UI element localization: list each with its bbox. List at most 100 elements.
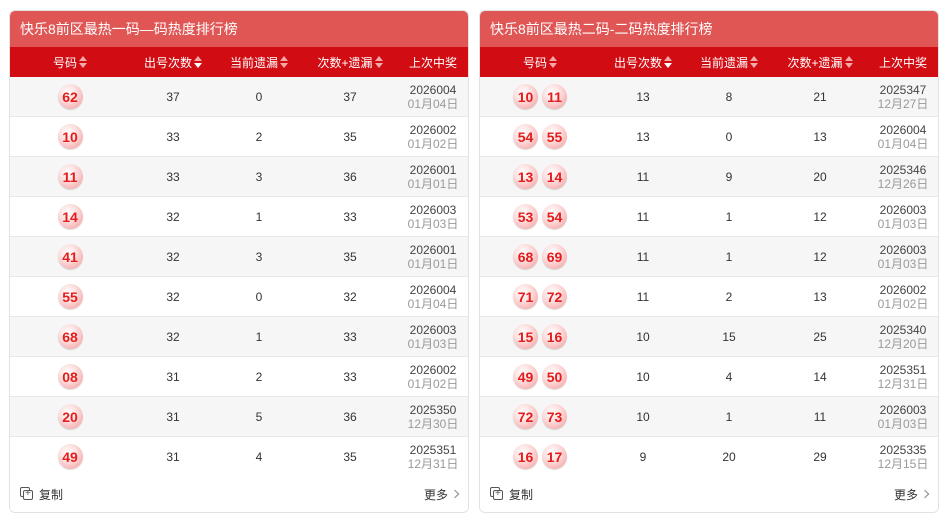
count-cell: 31: [166, 369, 180, 384]
number-ball: 62: [57, 84, 83, 109]
copy-button[interactable]: + 复制: [490, 486, 533, 503]
more-link[interactable]: 更多: [423, 486, 460, 503]
last-win-cell: 2026004 01月04日: [398, 277, 468, 316]
sort-icon[interactable]: [79, 56, 87, 68]
column-sum-header[interactable]: 次数+遗漏: [772, 54, 868, 71]
number-ball: 17: [542, 444, 567, 469]
number-ball: 49: [57, 444, 83, 469]
last-win-cell: 2025350 12月30日: [398, 397, 468, 436]
last-win-date: 01月04日: [877, 136, 929, 151]
sort-icon[interactable]: [280, 56, 288, 68]
number-ball: 14: [542, 164, 567, 189]
sum-cell: 36: [343, 169, 357, 184]
last-win-period: 2025346: [879, 162, 927, 177]
table-row: 49 31 4 35 2025351 12月31日: [10, 437, 468, 477]
column-miss-label: 当前遗漏: [699, 55, 748, 70]
column-miss-label: 当前遗漏: [229, 55, 278, 70]
number-ball: 68: [513, 244, 538, 269]
last-win-period: 2026003: [879, 202, 927, 217]
column-sum-label: 次数+遗漏: [787, 55, 843, 70]
miss-cell: 20: [722, 449, 736, 464]
miss-cell: 0: [255, 89, 263, 104]
last-win-date: 12月26日: [877, 176, 929, 191]
number-ball: 11: [57, 164, 83, 189]
last-win-cell: 2026001 01月01日: [398, 237, 468, 276]
last-win-date: 01月02日: [407, 376, 459, 391]
table-row: 14 32 1 33 2026003 01月03日: [10, 197, 468, 237]
column-last-win-header: 上次中奖: [868, 54, 938, 71]
number-ball: 54: [542, 204, 567, 229]
number-ball: 54: [513, 124, 538, 149]
table-row: 41 32 3 35 2026001 01月01日: [10, 237, 468, 277]
count-cell: 11: [636, 169, 650, 184]
number-ball: 15: [513, 324, 538, 349]
sort-icon[interactable]: [549, 56, 557, 68]
number-cell: 41: [10, 237, 130, 276]
sum-cell: 25: [813, 329, 827, 344]
count-cell: 10: [636, 329, 650, 344]
copy-label: 复制: [39, 487, 64, 502]
panel-title: 快乐8前区最热二码-二码热度排行榜: [480, 11, 938, 47]
count-cell: 31: [166, 449, 180, 464]
miss-cell: 8: [725, 89, 733, 104]
column-sum-header[interactable]: 次数+遗漏: [302, 54, 398, 71]
sort-icon[interactable]: [844, 56, 853, 68]
number-cell: 20: [10, 397, 130, 436]
last-win-date: 12月27日: [877, 96, 929, 111]
sum-cell: 12: [813, 249, 827, 264]
count-cell: 31: [166, 409, 180, 424]
last-win-date: 01月01日: [407, 256, 459, 271]
last-win-cell: 2026001 01月01日: [398, 157, 468, 196]
more-label: 更多: [423, 487, 448, 502]
last-win-date: 12月30日: [407, 416, 459, 431]
number-cell: 10: [10, 117, 130, 156]
miss-cell: 9: [725, 169, 733, 184]
last-win-cell: 2026004 01月04日: [868, 117, 938, 156]
column-miss-header[interactable]: 当前遗漏: [686, 54, 772, 71]
sum-cell: 33: [343, 329, 357, 344]
sum-cell: 35: [343, 129, 357, 144]
more-link[interactable]: 更多: [894, 486, 930, 503]
sort-icon[interactable]: [374, 56, 383, 68]
miss-cell: 5: [255, 409, 263, 424]
column-count-header[interactable]: 出号次数: [130, 54, 216, 71]
last-win-cell: 2026003 01月03日: [398, 317, 468, 356]
miss-cell: 1: [255, 209, 263, 224]
column-count-header[interactable]: 出号次数: [600, 54, 686, 71]
sort-icon[interactable]: [194, 56, 202, 68]
sum-cell: 14: [813, 369, 827, 384]
miss-cell: 1: [725, 409, 733, 424]
number-ball: 41: [57, 244, 83, 269]
count-cell: 13: [636, 89, 650, 104]
column-number-header[interactable]: 号码: [480, 54, 600, 71]
sum-cell: 21: [813, 89, 827, 104]
table-body: 10 11 13 8 21 2025347 12月27日 54 55 13 0 13 2026004 01…: [480, 77, 938, 477]
miss-cell: 3: [255, 249, 263, 264]
miss-cell: 0: [725, 129, 733, 144]
sort-icon[interactable]: [750, 56, 758, 68]
column-number-header[interactable]: 号码: [10, 54, 130, 71]
miss-cell: 2: [255, 369, 263, 384]
last-win-period: 2026002: [409, 122, 457, 137]
table-row: 54 55 13 0 13 2026004 01月04日: [480, 117, 938, 157]
number-ball: 55: [542, 124, 567, 149]
copy-button[interactable]: + 复制: [20, 486, 63, 503]
last-win-date: 01月03日: [877, 216, 929, 231]
last-win-date: 01月03日: [877, 256, 929, 271]
panel-footer: + 复制 更多: [480, 476, 938, 512]
sort-icon[interactable]: [664, 56, 672, 68]
table-body: 62 37 0 37 2026004 01月04日 10 33 2 35 2026002 01月02日…: [10, 77, 468, 477]
last-win-cell: 2025335 12月15日: [868, 437, 938, 476]
panel-footer: + 复制 更多: [10, 476, 468, 512]
column-number-label: 号码: [52, 55, 77, 70]
miss-cell: 4: [255, 449, 263, 464]
number-ball: 69: [542, 244, 567, 269]
last-win-date: 12月31日: [877, 376, 929, 391]
miss-cell: 2: [255, 129, 263, 144]
last-win-cell: 2026003 01月03日: [868, 237, 938, 276]
table-row: 13 14 11 9 20 2025346 12月26日: [480, 157, 938, 197]
number-cell: 10 11: [480, 77, 600, 116]
sum-cell: 33: [343, 209, 357, 224]
column-miss-header[interactable]: 当前遗漏: [216, 54, 302, 71]
number-ball: 53: [513, 204, 538, 229]
